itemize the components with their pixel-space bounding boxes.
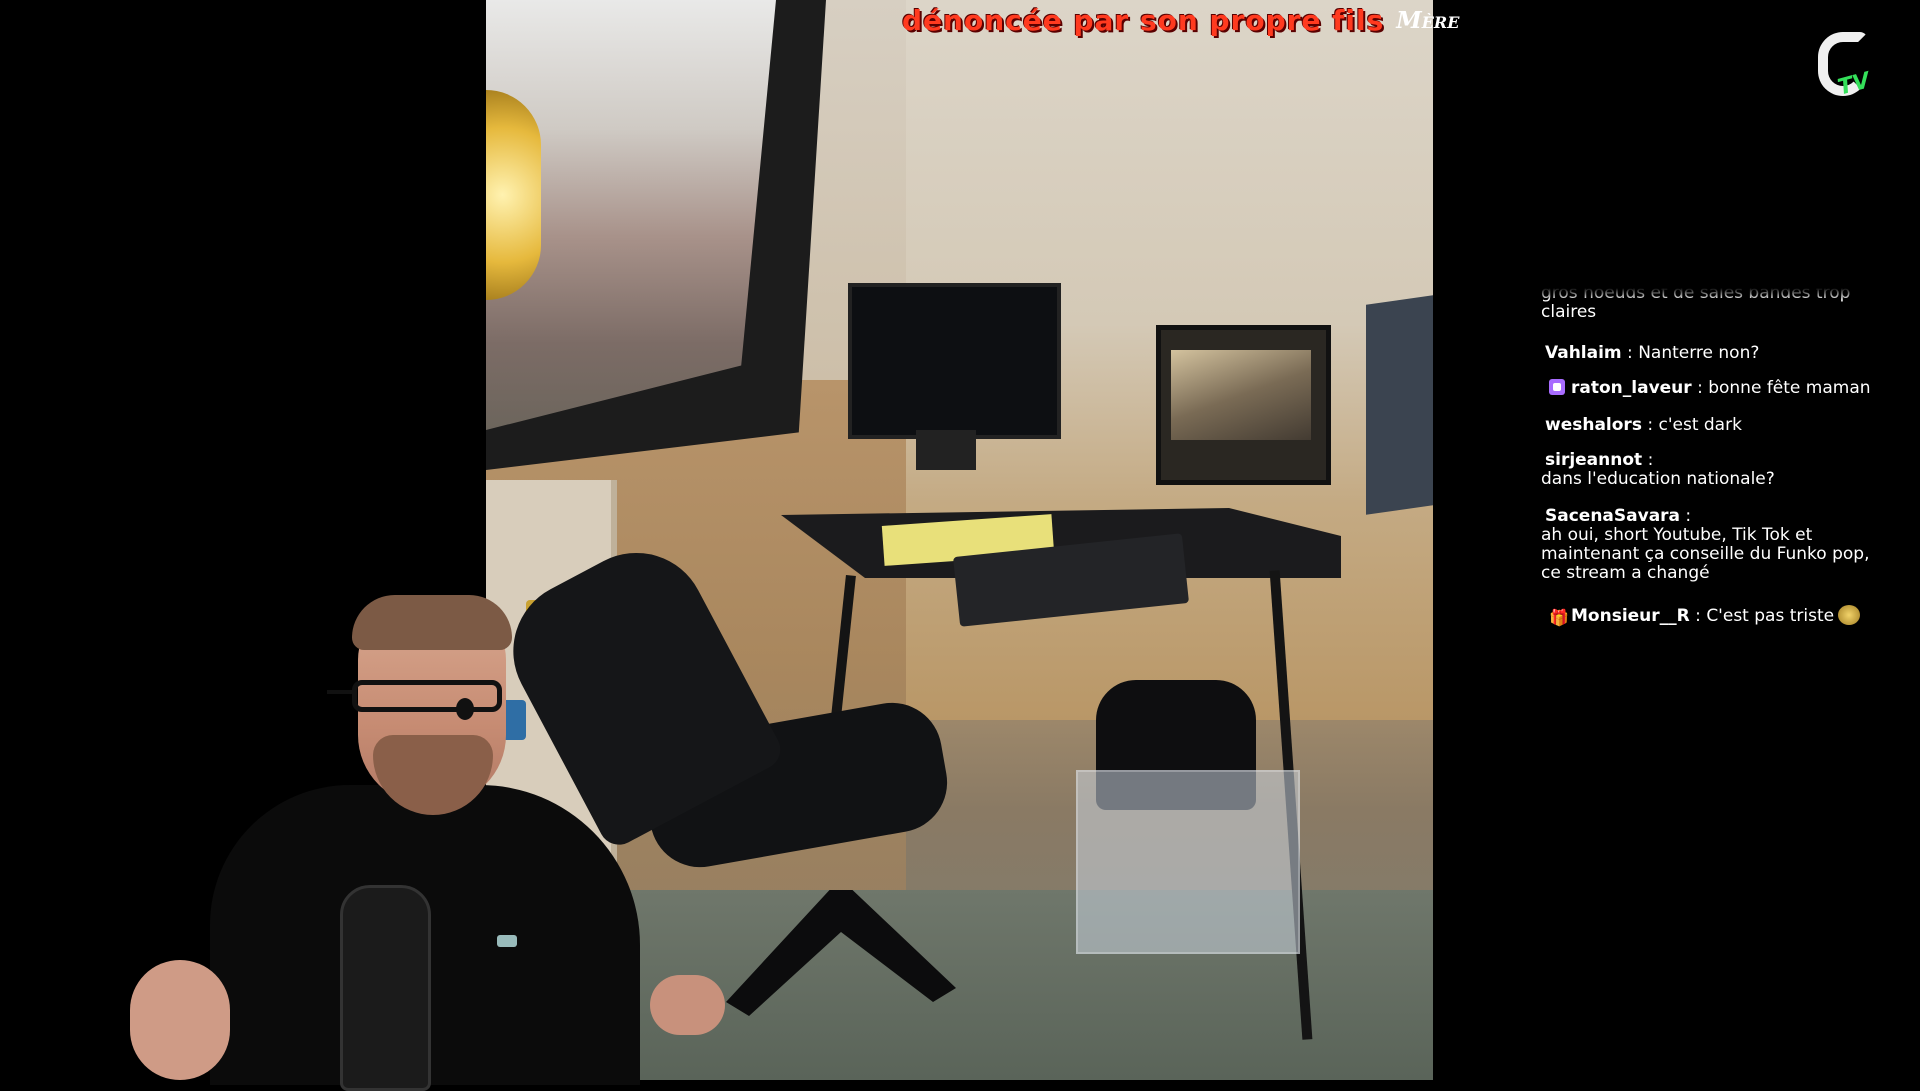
chat-message: Vahlaim : Nanterre non? — [1545, 344, 1759, 363]
chat-username[interactable]: Monsieur__R — [1571, 606, 1690, 626]
streamer-hand-left — [130, 960, 230, 1080]
subscriber-badge-icon[interactable] — [1549, 379, 1565, 395]
streamer-hair — [352, 595, 512, 650]
chat-username[interactable]: raton_laveur — [1571, 378, 1692, 398]
chat-separator: : — [1691, 378, 1709, 398]
chat-separator: : — [1689, 606, 1707, 626]
desk-monitor — [848, 283, 1061, 439]
caption-tag: Mère — [1396, 6, 1460, 34]
chat-username[interactable]: sirjeannot — [1545, 450, 1642, 470]
microphone — [340, 885, 431, 1091]
channel-logo: TV — [1818, 32, 1878, 106]
chat-panel: gros noeuds et de sales bandes trop clai… — [1541, 288, 1901, 628]
monitor-stand — [916, 430, 976, 470]
shirt-logo — [497, 935, 517, 947]
chat-separator: : — [1642, 450, 1654, 470]
chat-username[interactable]: weshalors — [1545, 415, 1642, 435]
chat-message: raton_laveur : bonne fête maman — [1549, 379, 1871, 398]
chat-text: dans l'education nationale? — [1541, 469, 1775, 489]
storage-box — [1076, 770, 1300, 954]
emote-icon — [1838, 605, 1861, 625]
side-monitor — [1366, 295, 1433, 515]
chat-username[interactable]: SacenaSavara — [1545, 506, 1680, 526]
framed-picture — [1156, 325, 1331, 485]
chat-text: c'est dark — [1658, 415, 1742, 435]
chat-fade — [1541, 288, 1901, 300]
chat-message: SacenaSavara : ah oui, short Youtube, Ti… — [1541, 506, 1890, 583]
chat-username[interactable]: Vahlaim — [1545, 343, 1622, 363]
chat-separator: : — [1641, 415, 1659, 435]
paper-lamp — [486, 90, 541, 300]
earbud — [456, 698, 474, 720]
chat-text: ah oui, short Youtube, Tik Tok et mainte… — [1541, 525, 1870, 583]
chat-message: weshalors : c'est dark — [1545, 416, 1742, 435]
caption-headline: dénoncée par son propre fils — [902, 3, 1385, 37]
video-caption: dénoncée par son propre fils Mère — [902, 0, 1459, 40]
webcam-overlay — [130, 595, 750, 1091]
chat-message: 🎁 Monsieur__R : C'est pas triste — [1549, 605, 1861, 626]
chat-text: bonne fête maman — [1708, 378, 1871, 398]
gift-badge-icon[interactable]: 🎁 — [1549, 610, 1569, 626]
chat-separator: : — [1680, 506, 1692, 526]
chat-separator: : — [1621, 343, 1639, 363]
chat-text: Nanterre non? — [1638, 343, 1760, 363]
glasses — [327, 680, 502, 712]
streamer-hand-right — [650, 975, 725, 1035]
chat-message: sirjeannot : dans l'education nationale? — [1541, 450, 1885, 489]
chat-text: C'est pas triste — [1706, 606, 1835, 626]
